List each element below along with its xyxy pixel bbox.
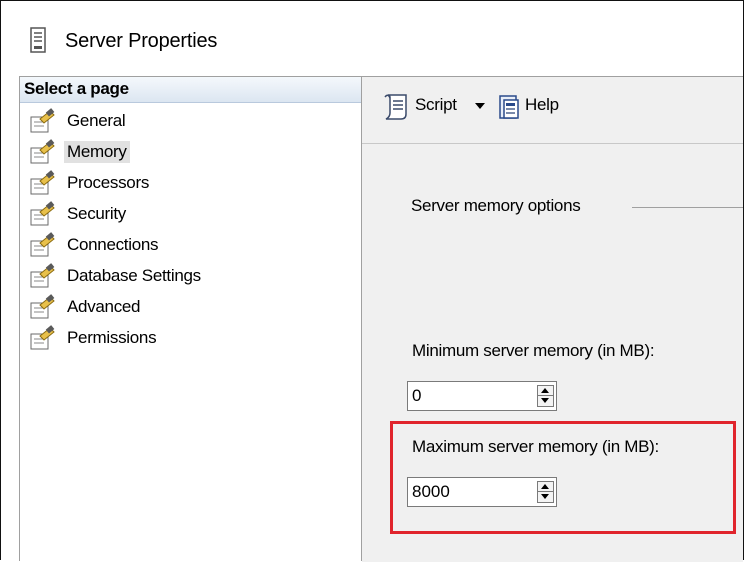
sidebar-item-database-settings[interactable]: Database Settings (20, 260, 361, 291)
sidebar-item-permissions[interactable]: Permissions (20, 322, 361, 353)
sidebar-item-label: General (67, 110, 126, 130)
sidebar-item-connections[interactable]: Connections (20, 229, 361, 260)
chevron-down-icon[interactable] (475, 103, 485, 109)
min-memory-spin-buttons[interactable] (537, 385, 554, 407)
help-icon[interactable] (496, 92, 522, 122)
spin-up-icon[interactable] (538, 386, 553, 396)
group-divider (632, 207, 743, 208)
page-properties-icon (30, 169, 55, 194)
script-button[interactable]: Script (415, 95, 457, 115)
page-properties-icon (30, 107, 55, 132)
sidebar-item-label: Memory (64, 140, 130, 163)
sidebar-item-security[interactable]: Security (20, 198, 361, 229)
server-properties-icon (30, 27, 46, 53)
sidebar-item-label: Database Settings (67, 265, 201, 285)
window-title: Server Properties (65, 30, 218, 52)
spin-up-icon[interactable] (538, 482, 553, 492)
max-memory-spin-buttons[interactable] (537, 481, 554, 503)
page-selector-pane: Select a page General Memory Processors … (19, 76, 362, 561)
sidebar-item-memory[interactable]: Memory (20, 136, 361, 167)
page-list: General Memory Processors Security Conne… (20, 105, 361, 353)
spin-down-icon[interactable] (538, 396, 553, 406)
help-button[interactable]: Help (525, 95, 559, 115)
page-properties-icon (30, 200, 55, 225)
min-memory-label: Minimum server memory (in MB): (412, 341, 655, 360)
max-memory-stepper[interactable] (407, 477, 557, 507)
max-memory-input[interactable] (408, 478, 536, 506)
sidebar-item-label: Connections (67, 234, 159, 254)
page-properties-icon (30, 231, 55, 256)
min-memory-input[interactable] (408, 382, 536, 410)
sidebar-item-label: Processors (67, 172, 150, 192)
sidebar-item-processors[interactable]: Processors (20, 167, 361, 198)
sidebar-item-general[interactable]: General (20, 105, 361, 136)
sidebar-item-label: Security (67, 203, 127, 223)
script-icon[interactable] (382, 92, 410, 122)
server-properties-window: Server Properties Select a page General … (0, 0, 744, 562)
toolbar: Script Help (362, 77, 743, 144)
sidebar-item-label: Permissions (67, 327, 157, 347)
title-bar: Server Properties (1, 1, 743, 76)
sidebar-item-advanced[interactable]: Advanced (20, 291, 361, 322)
page-properties-icon (30, 138, 55, 163)
spin-down-icon[interactable] (538, 492, 553, 502)
sidebar-item-label: Advanced (67, 296, 141, 316)
memory-page-content: Server memory options Minimum server mem… (362, 144, 743, 562)
page-properties-icon (30, 293, 55, 318)
min-memory-stepper[interactable] (407, 381, 557, 411)
server-memory-options-label: Server memory options (411, 196, 587, 216)
max-memory-label: Maximum server memory (in MB): (412, 437, 659, 456)
properties-pane: Script Help Server memory options Minimu… (362, 76, 743, 562)
select-page-header: Select a page (20, 77, 361, 103)
page-properties-icon (30, 324, 55, 349)
page-properties-icon (30, 262, 55, 287)
